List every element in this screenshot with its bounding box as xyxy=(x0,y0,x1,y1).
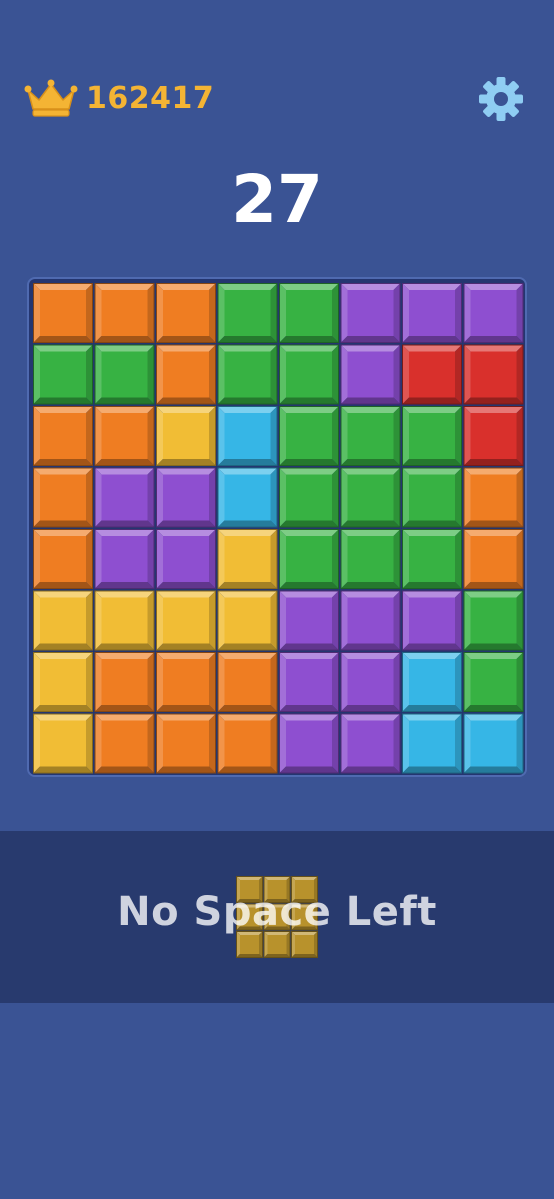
board-cell xyxy=(94,713,155,774)
board-cell xyxy=(33,529,93,589)
board-cell xyxy=(279,344,339,405)
board-cell xyxy=(94,467,155,528)
board-cell xyxy=(217,652,278,712)
board-cell xyxy=(94,529,155,589)
board-cell xyxy=(402,344,462,405)
board-cell xyxy=(156,652,216,712)
board-cell xyxy=(156,344,216,405)
board-cell xyxy=(279,652,339,712)
board-cell xyxy=(463,283,524,343)
board-cell xyxy=(33,283,93,343)
board-cell xyxy=(217,283,278,343)
board-cell xyxy=(402,652,462,712)
board-cell xyxy=(279,283,339,343)
top-bar: 162417 xyxy=(0,60,554,132)
board-cell xyxy=(217,713,278,774)
board-cell xyxy=(156,529,216,589)
board-cell xyxy=(402,283,462,343)
board-cell xyxy=(33,713,93,774)
board-cell xyxy=(463,529,524,589)
board-cell xyxy=(340,406,401,466)
board-cell xyxy=(94,283,155,343)
board-cell xyxy=(156,406,216,466)
board-cell xyxy=(94,652,155,712)
board-cell xyxy=(217,529,278,589)
board-cell xyxy=(340,529,401,589)
board-cell xyxy=(340,652,401,712)
board-cell xyxy=(217,406,278,466)
board-cell xyxy=(217,344,278,405)
board-cell xyxy=(279,713,339,774)
board-cell xyxy=(279,467,339,528)
board-cell xyxy=(463,467,524,528)
board-cell xyxy=(402,529,462,589)
board-cell xyxy=(33,344,93,405)
board-cell xyxy=(402,406,462,466)
best-score-display: 162417 xyxy=(24,78,214,118)
board-cell xyxy=(94,406,155,466)
board-cell xyxy=(94,344,155,405)
board-cell xyxy=(217,590,278,651)
board-cell xyxy=(340,590,401,651)
board-cell xyxy=(402,467,462,528)
board-cell xyxy=(156,713,216,774)
board-cell xyxy=(340,283,401,343)
no-space-left-message: No Space Left xyxy=(117,889,437,935)
board-cell xyxy=(94,590,155,651)
board-cell xyxy=(156,467,216,528)
board-cell xyxy=(33,652,93,712)
board-cell xyxy=(279,590,339,651)
board-cell xyxy=(340,713,401,774)
board-cell xyxy=(33,590,93,651)
board-cell xyxy=(279,406,339,466)
board-cell xyxy=(33,467,93,528)
board-grid[interactable] xyxy=(33,283,525,775)
board-cell xyxy=(340,344,401,405)
board-cell xyxy=(217,467,278,528)
board-cell xyxy=(402,590,462,651)
game-board[interactable] xyxy=(27,277,527,777)
board-cell xyxy=(156,590,216,651)
board-cell xyxy=(463,590,524,651)
board-cell xyxy=(156,283,216,343)
best-score-value: 162417 xyxy=(86,80,215,116)
gear-icon[interactable] xyxy=(478,76,524,122)
board-cell xyxy=(340,467,401,528)
board-cell xyxy=(463,713,524,774)
crown-icon xyxy=(24,79,78,117)
current-score: 27 xyxy=(231,161,323,238)
board-cell xyxy=(402,713,462,774)
board-cell xyxy=(279,529,339,589)
board-cell xyxy=(463,406,524,466)
board-cell xyxy=(463,652,524,712)
board-cell xyxy=(463,344,524,405)
board-cell xyxy=(33,406,93,466)
